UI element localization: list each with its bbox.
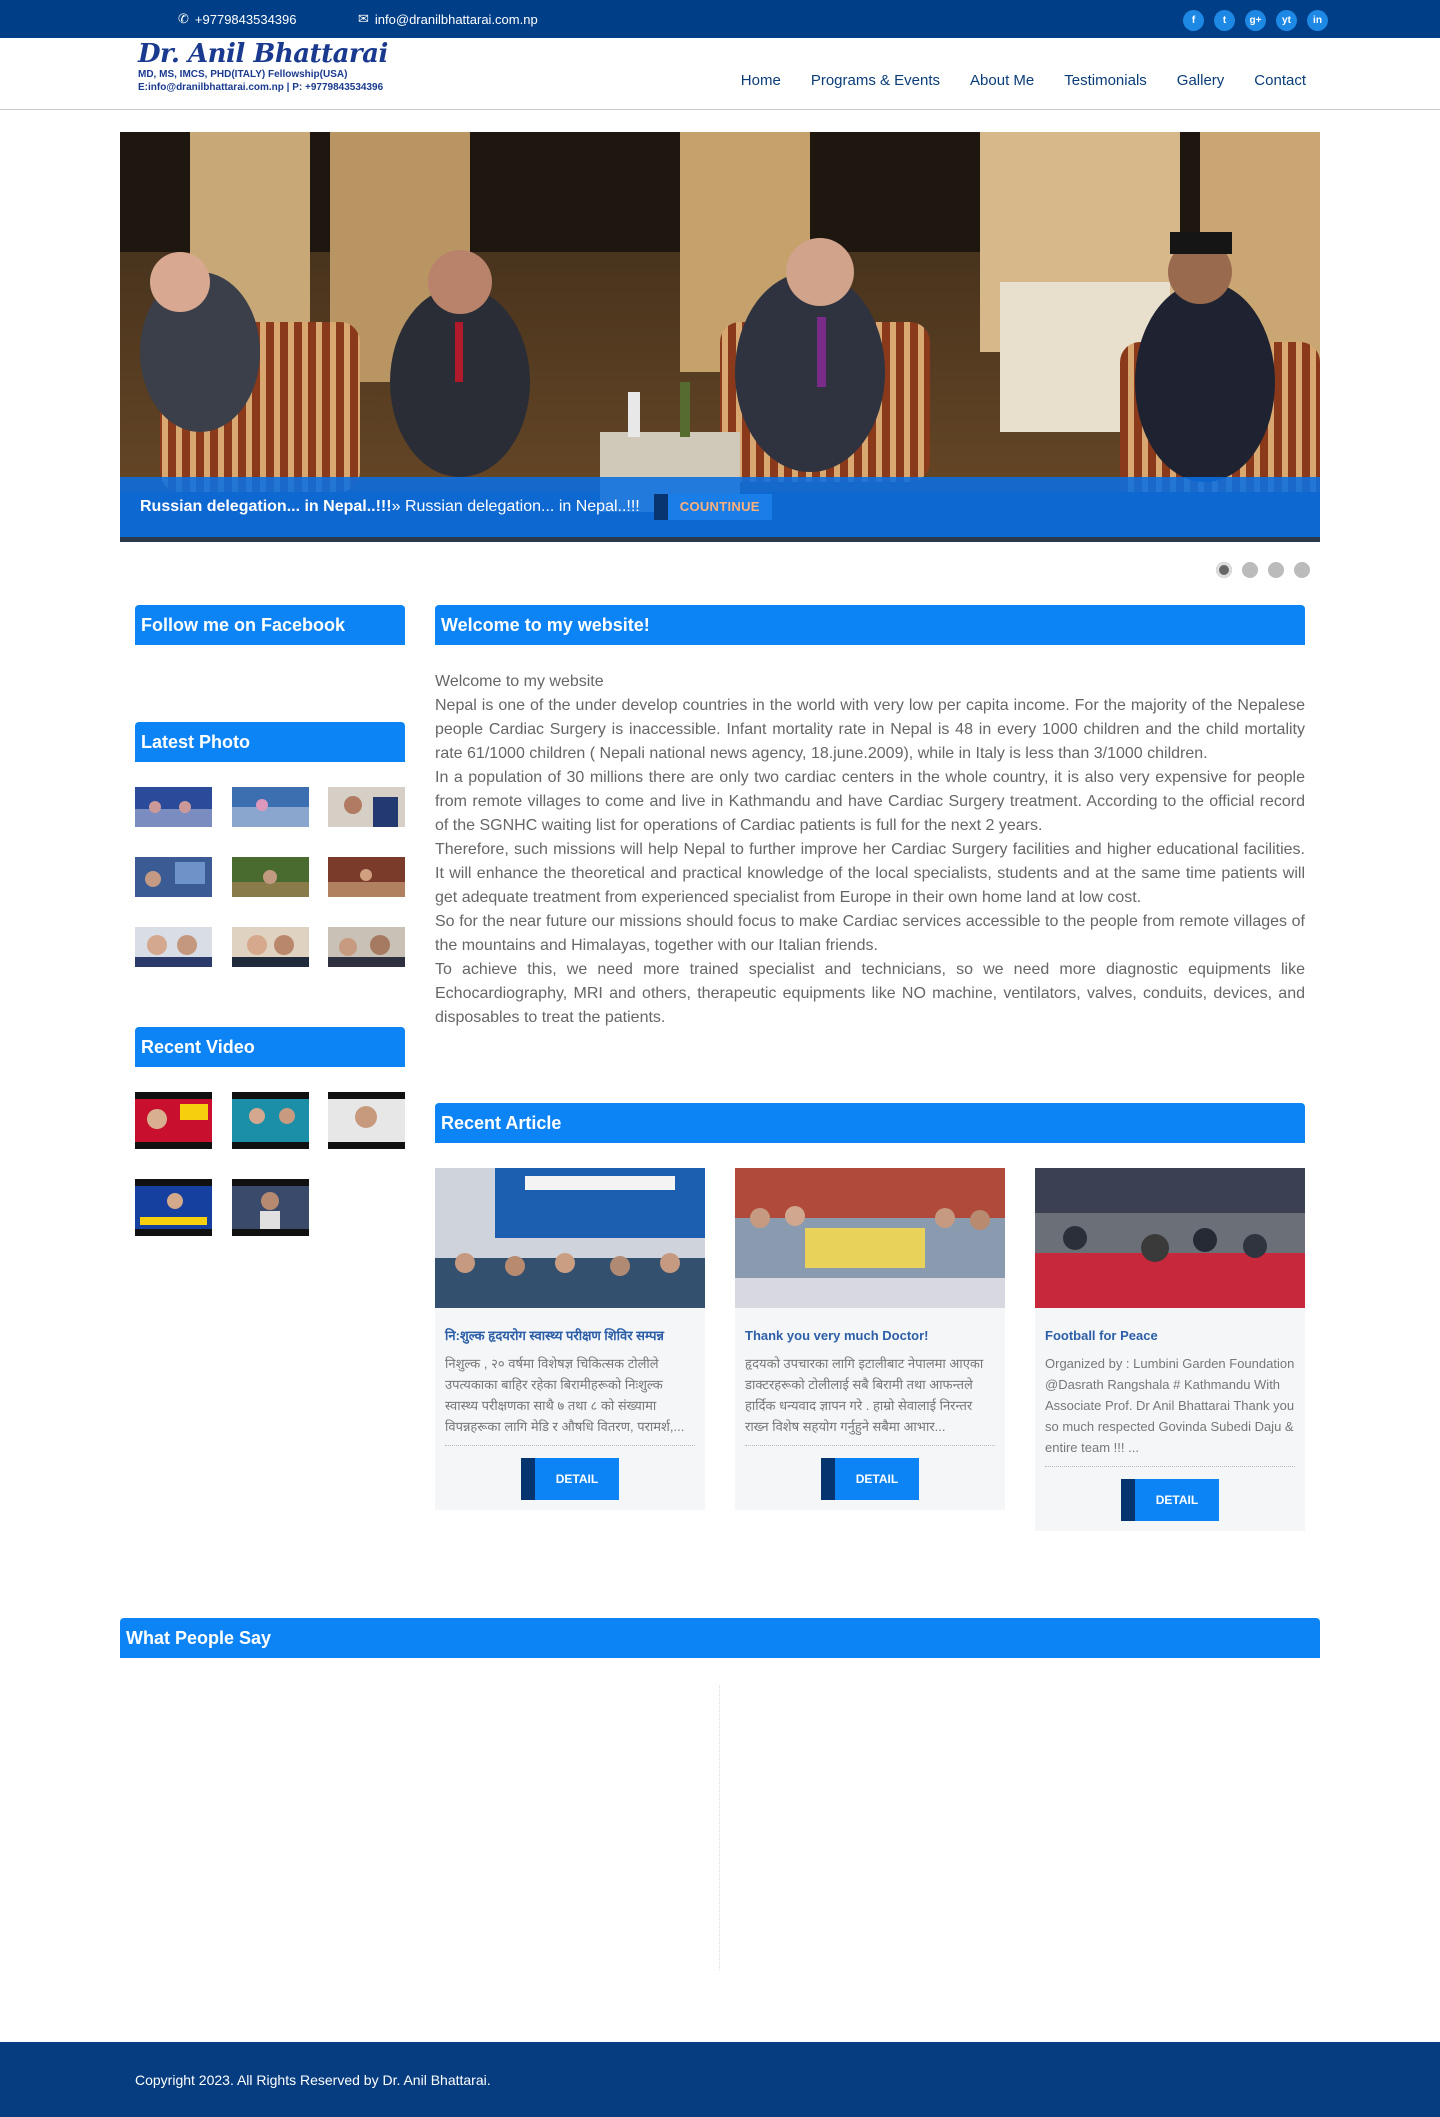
video-thumb[interactable]: [232, 1092, 309, 1149]
top-bar: ✆ +9779843534396 ✉ info@dranilbhattarai.…: [0, 0, 1440, 38]
nav-contact[interactable]: Contact: [1254, 72, 1306, 89]
recent-video-title: Recent Video: [135, 1027, 405, 1067]
phone-icon: ✆: [178, 11, 189, 26]
detail-button-label: DETAIL: [835, 1458, 919, 1500]
slider-dot-1[interactable]: [1216, 562, 1232, 578]
slider-dot-4[interactable]: [1294, 562, 1310, 578]
photo-thumb[interactable]: [232, 927, 309, 967]
photo-thumb[interactable]: [232, 857, 309, 897]
welcome-text: Welcome to my website Nepal is one of th…: [435, 670, 1305, 1030]
caption-title: Russian delegation... in Nepal..!!!: [140, 498, 392, 515]
twitter-icon[interactable]: t: [1214, 10, 1235, 31]
caption-text: » Russian delegation... in Nepal..!!!: [391, 498, 640, 515]
detail-button-accent: [821, 1458, 835, 1500]
envelope-icon: ✉: [358, 11, 369, 26]
video-thumb[interactable]: [232, 1179, 309, 1236]
welcome-paragraph: Welcome to my website: [435, 673, 604, 690]
welcome-paragraph: In a population of 30 millions there are…: [435, 769, 1305, 834]
nav-about-me[interactable]: About Me: [970, 72, 1034, 89]
continue-button[interactable]: COUNTINUE: [653, 494, 772, 520]
phone-info: ✆ +9779843534396: [178, 11, 297, 27]
article-card: Football for Peace Organized by : Lumbin…: [1035, 1168, 1305, 1531]
article-excerpt: Organized by : Lumbini Garden Foundation…: [1045, 1356, 1295, 1455]
article-excerpt: निशुल्क , २० वर्षमा विशेषज्ञ चिकित्सक टो…: [445, 1356, 685, 1434]
article-card: नि:शुल्क हृदयरोग स्वास्थ्य परीक्षण शिविर…: [435, 1168, 705, 1510]
detail-button[interactable]: DETAIL: [1121, 1479, 1219, 1521]
testimonials-title: What People Say: [120, 1618, 1320, 1658]
testimonials-divider: [719, 1685, 720, 1970]
facebook-icon[interactable]: f: [1183, 10, 1204, 31]
nav-testimonials[interactable]: Testimonials: [1064, 72, 1147, 89]
phone-number: +9779843534396: [194, 11, 297, 27]
linkedin-icon[interactable]: in: [1307, 10, 1328, 31]
social-links: f t g+ yt in: [1183, 10, 1328, 31]
article-image[interactable]: [435, 1168, 705, 1308]
nav-programs-events[interactable]: Programs & Events: [811, 72, 940, 89]
detail-button-label: DETAIL: [1135, 1479, 1219, 1521]
article-card: Thank you very much Doctor! हृदयको उपचार…: [735, 1168, 1005, 1510]
video-thumb[interactable]: [135, 1092, 212, 1149]
welcome-paragraph: So for the near future our missions shou…: [435, 913, 1305, 954]
photo-thumb[interactable]: [328, 857, 405, 897]
facebook-section-title: Follow me on Facebook: [135, 605, 405, 645]
article-divider: [445, 1445, 695, 1446]
detail-button-accent: [1121, 1479, 1135, 1521]
youtube-icon[interactable]: yt: [1276, 10, 1297, 31]
site-footer: Copyright 2023. All Rights Reserved by D…: [0, 2042, 1440, 2117]
detail-button-label: DETAIL: [535, 1458, 619, 1500]
email-address[interactable]: info@dranilbhattarai.com.np: [375, 12, 538, 27]
article-image[interactable]: [1035, 1168, 1305, 1308]
slider-dots: [1216, 562, 1310, 578]
article-title[interactable]: Thank you very much Doctor!: [735, 1313, 1005, 1347]
article-divider: [1045, 1466, 1295, 1467]
nav-home[interactable]: Home: [741, 72, 781, 89]
nav-gallery[interactable]: Gallery: [1177, 72, 1225, 89]
photo-thumb[interactable]: [135, 927, 212, 967]
welcome-paragraph: To achieve this, we need more trained sp…: [435, 961, 1305, 1026]
welcome-paragraph: Nepal is one of the under develop countr…: [435, 697, 1305, 762]
slider-bottom-bar: [120, 537, 1320, 542]
logo-name: Dr. Anil Bhattarai: [138, 39, 388, 69]
main-nav: Home Programs & Events About Me Testimon…: [741, 72, 1306, 89]
google-plus-icon[interactable]: g+: [1245, 10, 1266, 31]
hero-slider[interactable]: Russian delegation... in Nepal..!!! » Ru…: [120, 132, 1320, 542]
slide-caption: Russian delegation... in Nepal..!!! » Ru…: [120, 477, 1320, 537]
video-thumb[interactable]: [135, 1179, 212, 1236]
photo-thumb[interactable]: [135, 857, 212, 897]
logo-contact: E:info@dranilbhattarai.com.np | P: +9779…: [138, 82, 384, 93]
video-thumb[interactable]: [328, 1092, 405, 1149]
article-title[interactable]: नि:शुल्क हृदयरोग स्वास्थ्य परीक्षण शिविर…: [435, 1313, 705, 1347]
article-image[interactable]: [735, 1168, 1005, 1308]
detail-button[interactable]: DETAIL: [521, 1458, 619, 1500]
site-header: Dr. Anil Bhattarai MD, MS, IMCS, PHD(ITA…: [0, 38, 1440, 110]
continue-button-label: COUNTINUE: [667, 494, 772, 520]
slider-dot-2[interactable]: [1242, 562, 1258, 578]
logo-credentials: MD, MS, IMCS, PHD(ITALY) Fellowship(USA): [138, 69, 348, 80]
latest-photo-title: Latest Photo: [135, 722, 405, 762]
email-info[interactable]: ✉ info@dranilbhattarai.com.np: [358, 11, 538, 27]
photo-thumb[interactable]: [328, 927, 405, 967]
continue-button-accent: [653, 494, 668, 520]
detail-button[interactable]: DETAIL: [821, 1458, 919, 1500]
welcome-paragraph: Therefore, such missions will help Nepal…: [435, 841, 1305, 906]
photo-thumb[interactable]: [135, 787, 212, 827]
copyright-text: Copyright 2023. All Rights Reserved by D…: [135, 2072, 491, 2088]
article-divider: [745, 1445, 995, 1446]
detail-button-accent: [521, 1458, 535, 1500]
photo-thumb[interactable]: [328, 787, 405, 827]
recent-article-title: Recent Article: [435, 1103, 1305, 1143]
welcome-title: Welcome to my website!: [435, 605, 1305, 645]
photo-thumb[interactable]: [232, 787, 309, 827]
article-excerpt: हृदयको उपचारका लागि इटालीबाट नेपालमा आएक…: [745, 1356, 984, 1434]
site-logo[interactable]: Dr. Anil Bhattarai MD, MS, IMCS, PHD(ITA…: [138, 40, 408, 94]
article-title[interactable]: Football for Peace: [1035, 1313, 1305, 1347]
slider-dot-3[interactable]: [1268, 562, 1284, 578]
